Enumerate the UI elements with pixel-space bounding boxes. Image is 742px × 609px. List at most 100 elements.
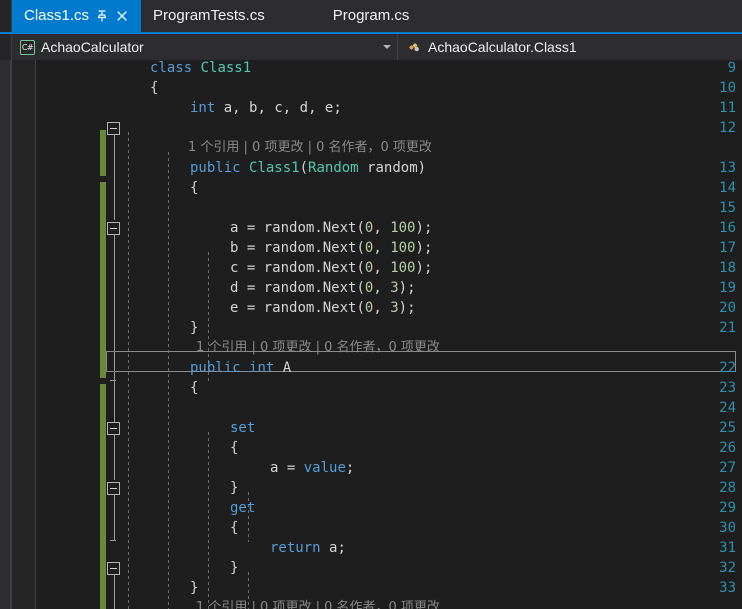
codelens-annotation[interactable]: 1 个引用 | 0 项更改 | 0 名作者，0 项更改 [196, 598, 440, 609]
code-token: ; [423, 220, 433, 236]
code-line[interactable]: public int A [0, 358, 742, 378]
code-line[interactable]: a = value; [0, 458, 742, 478]
close-icon[interactable] [115, 9, 129, 23]
code-line-text: } [190, 318, 198, 338]
document-tab-label: ProgramTests.cs [153, 7, 265, 24]
code-line[interactable]: get [0, 498, 742, 518]
code-token: ) [415, 260, 424, 276]
code-token: , [308, 100, 325, 116]
code-line[interactable]: { [0, 438, 742, 458]
code-token: A [282, 360, 292, 376]
code-line[interactable]: set [0, 418, 742, 438]
code-token: , [373, 280, 391, 296]
document-tab-class1[interactable]: Class1.cs [12, 0, 142, 32]
code-token: { [230, 520, 239, 536]
codelens-annotation[interactable]: 1 个引用 | 0 项更改 | 0 名作者，0 项更改 [196, 338, 440, 358]
code-line[interactable]: } [0, 478, 742, 498]
code-token: set [230, 420, 256, 436]
pin-icon[interactable] [95, 9, 109, 23]
code-token: ) [398, 300, 408, 316]
code-line[interactable]: { [0, 78, 742, 98]
codelens-annotation[interactable]: 1 个引用 | 0 项更改 | 0 名作者，0 项更改 [188, 138, 432, 158]
code-token: ) [398, 280, 408, 296]
code-line[interactable]: c = random.Next(0, 100); [0, 258, 742, 278]
code-line-text: e = random.Next(0, 3); [230, 298, 416, 318]
code-line[interactable]: return a; [0, 538, 742, 558]
code-line[interactable]: { [0, 518, 742, 538]
code-token: int [190, 100, 216, 116]
code-token: ( [356, 240, 365, 256]
code-token: ; [407, 280, 416, 296]
code-line-text: { [190, 178, 198, 198]
type-dropdown-label: AchaoCalculator.Class1 [428, 39, 577, 55]
code-token: c [274, 100, 283, 116]
chevron-down-icon[interactable] [383, 45, 391, 49]
code-token: Random [308, 160, 359, 176]
code-line-text: { [190, 378, 198, 398]
class-icon [406, 40, 422, 55]
code-token: ) [415, 220, 424, 236]
code-token: } [190, 320, 199, 336]
code-line[interactable]: b = random.Next(0, 100); [0, 238, 742, 258]
code-line-text: a = value; [270, 458, 354, 478]
project-dropdown[interactable]: C# AchaoCalculator [12, 34, 398, 60]
code-line[interactable]: { [0, 178, 742, 198]
code-token: public [190, 360, 241, 376]
code-token: , [232, 100, 250, 116]
code-token: class [150, 60, 193, 76]
code-token: Next [322, 280, 357, 296]
code-line[interactable]: d = random.Next(0, 3); [0, 278, 742, 298]
code-line-text: d = random.Next(0, 3); [230, 278, 416, 298]
code-line[interactable]: public Class1(Random random) [0, 158, 742, 178]
code-editor[interactable]: 9 class Class1 10{11 int a, b, c, d, e; 12 13… [0, 60, 742, 609]
code-line[interactable]: { [0, 378, 742, 398]
code-line[interactable] [0, 118, 742, 138]
code-token: ; [333, 100, 342, 116]
code-token: { [190, 380, 199, 396]
code-line-text: { [230, 438, 238, 458]
code-line-text: a = random.Next(0, 100); [230, 218, 432, 238]
code-token: } [190, 580, 199, 596]
type-dropdown[interactable]: AchaoCalculator.Class1 [398, 34, 742, 60]
code-line[interactable] [0, 198, 742, 218]
code-token: Next [322, 260, 357, 276]
code-token: 100 [390, 220, 416, 236]
code-line-text: } [230, 478, 238, 498]
code-token: , [257, 100, 275, 116]
code-token: { [190, 180, 199, 196]
document-tab-label: Class1.cs [24, 7, 90, 24]
code-line-text: c = random.Next(0, 100); [230, 258, 432, 278]
code-line-text: { [150, 78, 158, 98]
code-token: = [238, 280, 264, 296]
code-line[interactable]: class Class1 [0, 60, 742, 78]
code-line-text: public int A [190, 358, 291, 378]
code-token: , [282, 100, 300, 116]
code-line[interactable]: } [0, 558, 742, 578]
code-token: ; [423, 240, 433, 256]
code-line-text: get [230, 498, 255, 518]
document-tab-programtests[interactable]: ProgramTests.cs [141, 0, 277, 32]
code-token: , [373, 220, 391, 236]
code-token: ; [423, 260, 433, 276]
code-token: ( [356, 260, 365, 276]
code-line[interactable]: } [0, 318, 742, 338]
code-line[interactable]: e = random.Next(0, 3); [0, 298, 742, 318]
code-content-layer[interactable]: 9 class Class1 10{11 int a, b, c, d, e; 12 13… [0, 60, 742, 609]
code-token: random [263, 240, 315, 256]
code-line-text: class Class1 [150, 60, 251, 78]
code-token: . [314, 260, 323, 276]
code-line-text: int a, b, c, d, e; [190, 98, 342, 118]
code-token: . [314, 280, 323, 296]
code-token: Next [322, 240, 357, 256]
code-token: ) [415, 240, 424, 256]
document-tab-program[interactable]: Program.cs [320, 0, 422, 32]
code-token: } [230, 560, 239, 576]
code-line[interactable]: } [0, 578, 742, 598]
code-token: ( [356, 220, 365, 236]
code-line[interactable]: a = random.Next(0, 100); [0, 218, 742, 238]
code-line[interactable]: int a, b, c, d, e; [0, 98, 742, 118]
code-line[interactable] [0, 398, 742, 418]
